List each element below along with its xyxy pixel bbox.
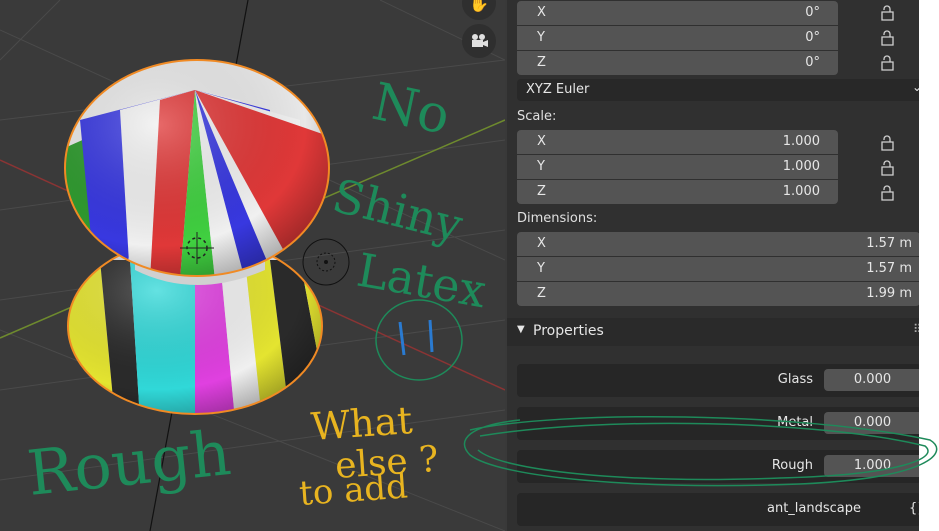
property-row-ant-landscape: ant_landscape {}	[517, 493, 926, 526]
property-label: Glass	[777, 372, 813, 387]
scale-z-field[interactable]: Z 1.000	[517, 180, 838, 204]
field-value: 1.000	[782, 184, 820, 199]
lock-icon[interactable]	[879, 5, 897, 21]
axis-label: Y	[537, 159, 545, 174]
lock-icon[interactable]	[879, 135, 897, 151]
3d-viewport[interactable]: ✋	[0, 0, 505, 531]
property-label: ant_landscape	[766, 501, 861, 516]
field-value: 0°	[805, 30, 820, 45]
lock-icon[interactable]	[879, 30, 897, 46]
property-row-metal: Metal 0.000	[517, 407, 921, 440]
rotation-x-field[interactable]: X 0°	[517, 1, 838, 25]
property-row-rough: Rough 1.000	[517, 450, 921, 483]
camera-view-button[interactable]	[462, 24, 496, 58]
axis-label: Z	[537, 184, 546, 199]
property-value-field[interactable]: 1.000	[824, 455, 921, 477]
property-label: Metal	[777, 415, 813, 430]
field-value: 1.57 m	[866, 236, 912, 251]
dimensions-label: Dimensions:	[517, 211, 598, 226]
dropdown-value: XYZ Euler	[526, 82, 590, 97]
field-value: 1.000	[782, 134, 820, 149]
axis-label: Z	[537, 286, 546, 301]
property-value-field[interactable]: 0.000	[824, 369, 921, 391]
field-value: 0°	[805, 55, 820, 70]
field-value: 0°	[805, 5, 820, 20]
rotation-mode-dropdown[interactable]: XYZ Euler ⌄	[517, 79, 922, 101]
axis-label: X	[537, 236, 546, 251]
axis-label: Z	[537, 55, 546, 70]
scale-label: Scale:	[517, 109, 557, 124]
axis-label: X	[537, 134, 546, 149]
axis-label: X	[537, 5, 546, 20]
properties-panel-header[interactable]: ▼ Properties ⠿	[507, 318, 922, 346]
triangle-down-icon: ▼	[517, 324, 525, 335]
panel-title: Properties	[533, 323, 604, 339]
axis-label: Y	[537, 261, 545, 276]
dimension-z-field[interactable]: Z 1.99 m	[517, 282, 920, 306]
lock-icon[interactable]	[879, 55, 897, 71]
camera-icon	[472, 34, 488, 47]
axis-label: Y	[537, 30, 545, 45]
viewport-scene	[0, 0, 505, 531]
scale-x-field[interactable]: X 1.000	[517, 130, 838, 154]
lock-icon[interactable]	[879, 160, 897, 176]
sidebar-panel: X 0° Y 0° Z 0° XYZ Euler ⌄ Scale: X 1.00…	[507, 0, 926, 531]
field-value: 1.99 m	[866, 286, 912, 301]
lock-icon[interactable]	[879, 185, 897, 201]
dimension-y-field[interactable]: Y 1.57 m	[517, 257, 920, 281]
field-value: 1.000	[782, 159, 820, 174]
property-row-glass: Glass 0.000	[517, 364, 921, 397]
dimension-x-field[interactable]: X 1.57 m	[517, 232, 920, 256]
rotation-z-field[interactable]: Z 0°	[517, 51, 838, 75]
window-edge	[919, 0, 939, 531]
property-label: Rough	[771, 458, 813, 473]
field-value: 1.57 m	[866, 261, 912, 276]
property-value-field[interactable]: 0.000	[824, 412, 921, 434]
scale-y-field[interactable]: Y 1.000	[517, 155, 838, 179]
light-icon[interactable]	[302, 238, 350, 286]
rotation-y-field[interactable]: Y 0°	[517, 26, 838, 50]
hand-icon: ✋	[469, 0, 489, 13]
